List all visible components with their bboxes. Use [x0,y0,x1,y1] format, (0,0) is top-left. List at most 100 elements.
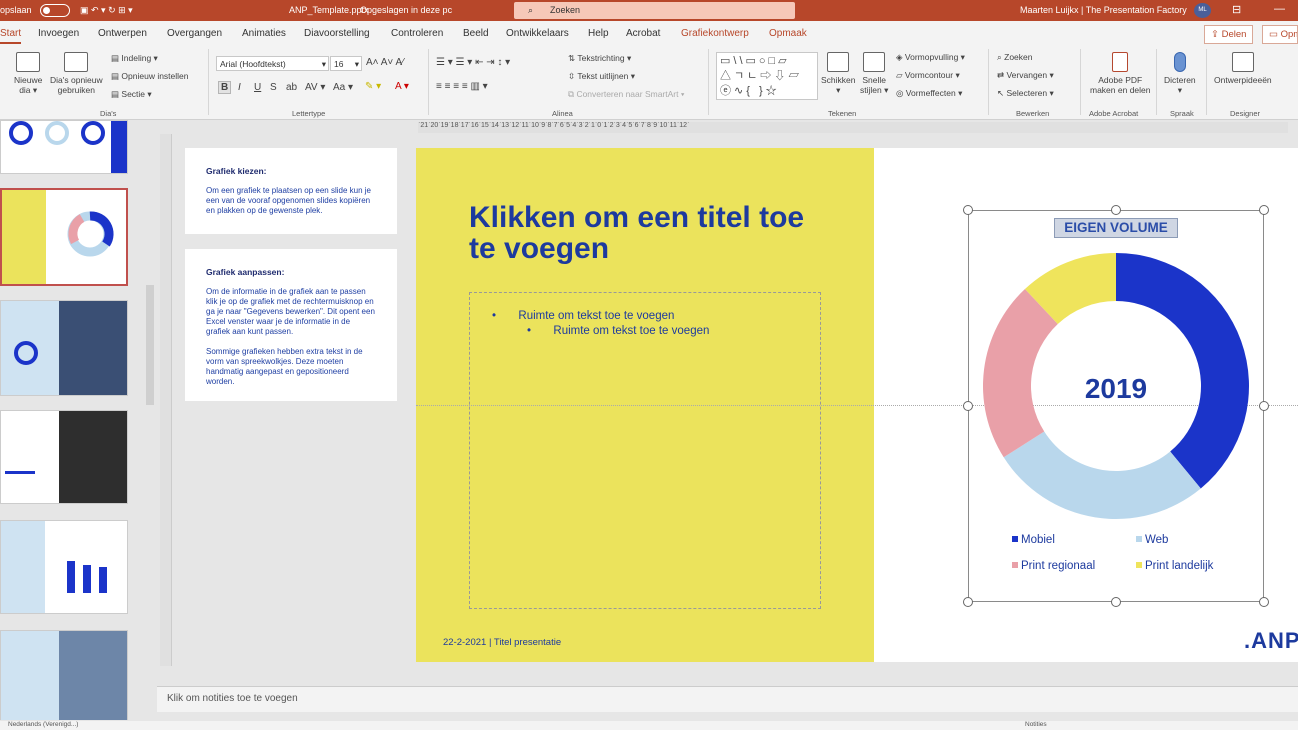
chart-title[interactable]: EIGEN VOLUME [1054,218,1178,238]
new-slide-button[interactable]: Nieuwe dia ▾ [14,52,42,95]
legend-item-print-landelijk[interactable]: Print landelijk [1136,560,1213,572]
tab-ontwikkelaars[interactable]: Ontwikkelaars [506,28,569,39]
strikethrough-button[interactable]: ab [286,82,297,93]
autosave-toggle[interactable] [40,4,70,17]
replace-button[interactable]: ⇄ Vervangen ▾ [997,70,1054,81]
ribbon-display-icon[interactable]: ⊟ [1232,3,1241,16]
resize-handle[interactable] [1259,401,1269,411]
horizontal-ruler[interactable]: ˈ21ˈ20ˈ19ˈ18ˈ17ˈ16ˈ15ˈ14ˈ13ˈ12ˈ11ˈ10ˈ9ˈ8… [418,122,1288,133]
font-grow-icon[interactable]: A˄ A˅ A⁄ [366,57,404,68]
font-size-value: 16 [334,59,344,69]
highlight-icon[interactable]: ✎ ▾ [365,81,381,92]
shadow-button[interactable]: S [270,82,277,93]
scrollbar-thumb[interactable] [146,285,154,405]
slide-thumbnail[interactable] [0,520,128,614]
vertical-ruler[interactable] [160,134,172,666]
slide-thumbnail[interactable] [0,410,128,504]
thumbnail-scrollbar[interactable] [145,120,157,720]
resize-handle[interactable] [963,205,973,215]
legend-item-mobiel[interactable]: Mobiel [1012,534,1055,546]
comments-button[interactable]: ▭ Opmerkingen [1262,25,1298,44]
tab-grafiekontwerp[interactable]: Grafiekontwerp [681,28,749,39]
shape-outline-button[interactable]: ▱ Vormcontour ▾ [896,70,960,81]
minimize-icon[interactable]: — [1274,3,1285,15]
smartart-button[interactable]: ⧉ Converteren naar SmartArt ▾ [568,89,684,100]
smartart-label: Converteren naar SmartArt [576,89,679,99]
bold-button[interactable]: B [218,81,232,94]
tab-diavoorstelling[interactable]: Diavoorstelling [304,28,370,39]
spacing-button[interactable]: AV ▾ [305,82,325,93]
tab-animaties[interactable]: Animaties [242,28,286,39]
share-button[interactable]: ⇪ Delen [1204,25,1254,44]
resize-handle[interactable] [1111,597,1121,607]
tab-help[interactable]: Help [588,28,609,39]
donut-slice-web[interactable] [1003,431,1201,519]
quick-styles-button[interactable]: Snelle stijlen ▾ [860,52,888,95]
chevron-down-icon: ▾ [321,59,326,69]
legend-item-print-regionaal[interactable]: Print regionaal [1012,560,1095,572]
shape-fill-label: Vormopvulling [904,52,959,62]
search-box[interactable]: ⌕ Zoeken [514,2,795,19]
slide-thumbnail-selected[interactable] [0,188,128,286]
resize-handle[interactable] [963,597,973,607]
donut-slice-print-regionaal[interactable] [983,289,1058,458]
underline-button[interactable]: U [254,82,261,93]
slide-thumbnail[interactable] [0,120,128,174]
donut-chart[interactable]: 2019 [983,253,1253,523]
change-case-button[interactable]: Aa ▾ [333,82,353,93]
legend-item-web[interactable]: Web [1136,534,1168,546]
section-button[interactable]: ▤ Sectie ▾ [111,89,152,100]
align-text-button[interactable]: ⇳ Tekst uitlijnen ▾ [568,71,635,82]
resize-handle[interactable] [1259,597,1269,607]
save-status[interactable]: Opgeslagen in deze pc [360,5,452,15]
reset-button[interactable]: ▤ Opnieuw instellen [111,71,189,82]
dictate-button[interactable]: Dicteren ▾ [1164,52,1196,95]
tab-invoegen[interactable]: Invoegen [38,28,79,39]
shape-effects-button[interactable]: ◎ Vormeffecten ▾ [896,88,962,99]
reuse-slides-button[interactable]: Dia's opnieuw gebruiken [50,52,103,95]
bullets-icon[interactable]: ☰ ▾ ☰ ▾ ⇤ ⇥ ↕ ▾ [436,57,510,68]
italic-button[interactable]: I [238,82,241,93]
shapes-gallery[interactable]: ▭\\▭○□▱ △ㄱㄴ⇨⇩▱ ⓔ∿{ }☆ [716,52,818,100]
tab-opmaak[interactable]: Opmaak [769,28,807,39]
arrange-button[interactable]: Schikken ▾ [821,52,856,95]
notes-pane[interactable]: Klik om notities toe te voegen [157,686,1298,712]
slide[interactable]: Klikken om een titel toe te voegen • Rui… [416,148,1298,662]
align-icon[interactable]: ≡ ≡ ≡ ≡ ▥ ▾ [436,81,488,92]
donut-slice-mobiel[interactable] [1116,253,1249,489]
group-font-label: Lettertype [292,109,326,118]
replace-label: Vervangen [1006,70,1048,80]
resize-handle[interactable] [1259,205,1269,215]
save-icon[interactable]: ▣ ↶ ▾ ↻ ⊞ ▾ [80,5,133,16]
slide-thumbnail[interactable] [0,300,128,396]
layout-button[interactable]: ▤ Indeling ▾ [111,53,158,64]
find-button[interactable]: ⌕ Zoeken [997,52,1032,63]
font-size-select[interactable]: 16 ▾ [330,56,362,71]
select-button[interactable]: ↖ Selecteren ▾ [997,88,1054,99]
slide-thumbnails [0,120,145,720]
tab-acrobat[interactable]: Acrobat [626,28,660,39]
font-name-select[interactable]: Arial (Hoofdtekst) ▾ [216,56,329,71]
resize-handle[interactable] [963,401,973,411]
adobe-pdf-button[interactable]: Adobe PDF maken en delen [1090,52,1151,95]
instruction-box[interactable]: Grafiek kiezen: Om een grafiek te plaats… [185,148,397,234]
shape-fill-button[interactable]: ◈ Vormopvulling ▾ [896,52,965,63]
text-direction-button[interactable]: ⇅ Tekstrichting ▾ [568,53,631,64]
resize-handle[interactable] [1111,205,1121,215]
designer-button[interactable]: Ontwerpideeën [1214,52,1272,85]
tab-beeld[interactable]: Beeld [463,28,489,39]
notes-button[interactable]: Notities [1025,721,1047,728]
tab-controleren[interactable]: Controleren [391,28,443,39]
font-color-icon[interactable]: A ▾ [395,81,409,92]
language-indicator[interactable]: Nederlands (Verenigd...) [8,721,78,728]
avatar[interactable]: ML [1194,3,1211,18]
tab-start[interactable]: Start [0,28,22,44]
content-placeholder[interactable]: • Ruimte om tekst toe te voegen • Ruimte… [469,292,821,609]
slide-thumbnail[interactable] [0,630,128,720]
tab-overgangen[interactable]: Overgangen [167,28,222,39]
slide-footer[interactable]: 22-2-2021 | Titel presentatie [443,637,561,648]
instruction-box[interactable]: Grafiek aanpassen: Om de informatie in d… [185,249,397,401]
slide-title[interactable]: Klikken om een titel toe te voegen [469,202,839,264]
instruction-text: Om de informatie in de grafiek aan te pa… [206,287,375,336]
tab-ontwerpen[interactable]: Ontwerpen [98,28,147,39]
